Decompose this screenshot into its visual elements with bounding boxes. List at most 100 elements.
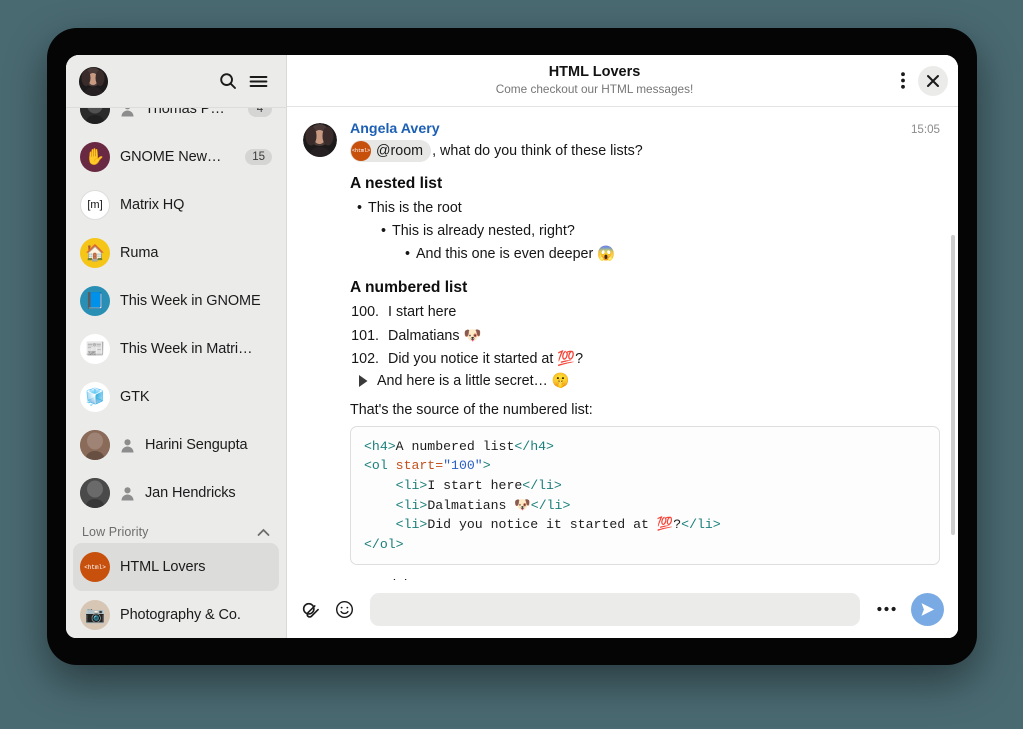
sidebar-item-label: This Week in Matri… [120, 341, 253, 357]
message-intro-line: <html> @room , what do you think of thes… [350, 140, 940, 162]
disclosure-triangle-icon [359, 374, 368, 387]
room-avatar: 📷 [80, 600, 110, 630]
source-caption: That's the source of the numbered list: [350, 401, 593, 418]
details-summary-label: And here is a little secret… 🤫 [377, 372, 570, 389]
list-item: • This is the root [357, 197, 940, 220]
list-item-number: 100. [351, 304, 379, 321]
sidebar-header-divider [66, 107, 287, 108]
code-token-attr: start= [395, 458, 444, 474]
code-token-plain: A numbered list [395, 438, 515, 454]
details-disclosure[interactable]: And here is a little secret… 🤫 [350, 373, 940, 389]
sidebar-item-this-week-in-matri[interactable]: 📰 This Week in Matri… [73, 325, 279, 373]
code-block[interactable]: <h4>A numbered list</h4> <ol start="100"… [350, 425, 940, 566]
code-token-tag: </ol> [364, 536, 404, 552]
room-avatar [80, 478, 110, 508]
person-icon [121, 486, 134, 501]
list-item-number: 102. [351, 350, 379, 367]
more-horizontal-icon[interactable] [871, 594, 901, 624]
room-avatar-image [80, 478, 110, 508]
room-mention-pill[interactable]: <html> @room [350, 140, 432, 162]
room-avatar: ✋ [80, 142, 110, 172]
message-header: Angela Avery 15:05 [350, 121, 940, 137]
app-window: Thomas P… 4 ✋ GNOME New… 15 [m] Matrix HQ 🏠 Ruma… [66, 55, 958, 638]
sidebar-item-label: This Week in GNOME [120, 293, 261, 309]
mention-label: @room [376, 143, 424, 159]
list-item-label: This is already nested, right? [392, 223, 575, 240]
sidebar-item-label: GTK [120, 389, 150, 405]
user-avatar[interactable] [79, 66, 108, 96]
list-item: 100. I start here [350, 301, 940, 324]
list-item: 102. Did you notice it started at 💯? [350, 348, 940, 371]
room-avatar: 🧊 [80, 382, 110, 412]
code-token-tag: > [482, 458, 491, 474]
code-token-tag: </li> [681, 517, 721, 533]
page-title: HTML Lovers [548, 64, 641, 81]
more-horizontal-glyph [876, 606, 896, 612]
list-item-label: I start here [388, 304, 457, 321]
code-token-tag: <ol [364, 458, 396, 474]
user-avatar-image [79, 66, 108, 96]
sidebar-item-harini-sengupta[interactable]: Harini Sengupta [73, 421, 279, 469]
search-icon[interactable] [213, 66, 243, 96]
message-sender[interactable]: Angela Avery [350, 121, 440, 137]
nested-list: • This is the root • This is already nested… [350, 197, 940, 266]
bullet-icon: • [405, 246, 411, 263]
bullet-icon: • [381, 223, 387, 240]
paperclip-icon[interactable] [295, 594, 325, 624]
sidebar-item-ruma[interactable]: 🏠 Ruma [73, 229, 279, 277]
list-item-label: And this one is even deeper 😱 [416, 246, 616, 263]
paperclip-glyph [302, 602, 319, 618]
close-icon[interactable] [918, 65, 948, 96]
sidebar-item-this-week-in-gnome[interactable]: 📘 This Week in GNOME [73, 277, 279, 325]
sidebar-item-html-lovers[interactable]: <html> HTML Lovers [73, 543, 279, 591]
list-item-number: 101. [351, 327, 379, 344]
code-token-tag: </h4> [514, 438, 554, 454]
sidebar-item-gtk[interactable]: 🧊 GTK [73, 373, 279, 421]
code-token-str: "100" [443, 458, 483, 474]
message-item: Angela Avery 15:05 <html> @room , what d… [287, 113, 958, 580]
list-item: • And this one is even deeper 😱 [405, 243, 940, 266]
sidebar-item-jan-hendricks[interactable]: Jan Hendricks [73, 469, 279, 517]
sidebar-header [66, 55, 286, 107]
numbered-list: 100. I start here 101. Dalmatians 🐶 102. Did … [350, 301, 940, 370]
hamburger-menu-icon[interactable] [243, 66, 273, 96]
timeline-scrollbar[interactable] [951, 235, 955, 535]
sidebar: Thomas P… 4 ✋ GNOME New… 15 [m] Matrix HQ 🏠 Ruma… [66, 55, 287, 638]
sidebar-item-label: HTML Lovers [120, 559, 206, 575]
nested-list-heading: A nested list [350, 175, 443, 192]
code-token-tag: </li> [530, 497, 571, 513]
sidebar-item-matrix-hq[interactable]: [m] Matrix HQ [73, 181, 279, 229]
message-composer [287, 580, 958, 638]
list-item-label: Did you notice it started at 💯? [388, 350, 584, 367]
message-timeline[interactable]: Angela Avery 15:05 <html> @room , what d… [287, 107, 958, 580]
device-frame: Thomas P… 4 ✋ GNOME New… 15 [m] Matrix HQ 🏠 Ruma… [47, 28, 977, 665]
message-input[interactable] [370, 592, 860, 626]
search-icon-glyph [220, 73, 236, 89]
emoji-smiley-icon[interactable] [329, 594, 359, 624]
send-button[interactable] [911, 592, 944, 626]
sidebar-item-gnome-new[interactable]: ✋ GNOME New… 15 [73, 133, 279, 181]
sidebar-item-label: Harini Sengupta [145, 437, 248, 453]
main-pane: HTML Lovers Come checkout our HTML messa… [287, 55, 958, 638]
send-icon [921, 602, 935, 616]
sidebar-section-low-priority[interactable]: Low Priority [73, 517, 279, 543]
unread-badge: 15 [245, 149, 272, 165]
sidebar-item-photography-co[interactable]: 📷 Photography & Co. [73, 591, 279, 638]
person-indicator [120, 438, 135, 453]
close-glyph [927, 74, 939, 87]
code-token-tag: <li> [395, 497, 428, 513]
sidebar-section-label: Low Priority [82, 525, 149, 539]
code-token-tag: <h4> [364, 438, 396, 454]
chat-topic: Come checkout our HTML messages! [495, 82, 694, 97]
message-body: Angela Avery 15:05 <html> @room , what d… [350, 121, 940, 580]
sidebar-item-label: GNOME New… [120, 149, 222, 165]
room-avatar-image [80, 430, 110, 460]
list-item: • This is already nested, right? [381, 220, 940, 243]
vertical-dots-icon[interactable] [888, 66, 918, 96]
sidebar-item-label: Photography & Co. [120, 607, 241, 623]
emoji-smiley-glyph [335, 600, 353, 618]
room-list[interactable]: Thomas P… 4 ✋ GNOME New… 15 [m] Matrix HQ 🏠 Ruma… [66, 85, 286, 638]
avatar[interactable] [303, 123, 337, 157]
list-item-label: Dalmatians 🐶 [388, 327, 482, 344]
